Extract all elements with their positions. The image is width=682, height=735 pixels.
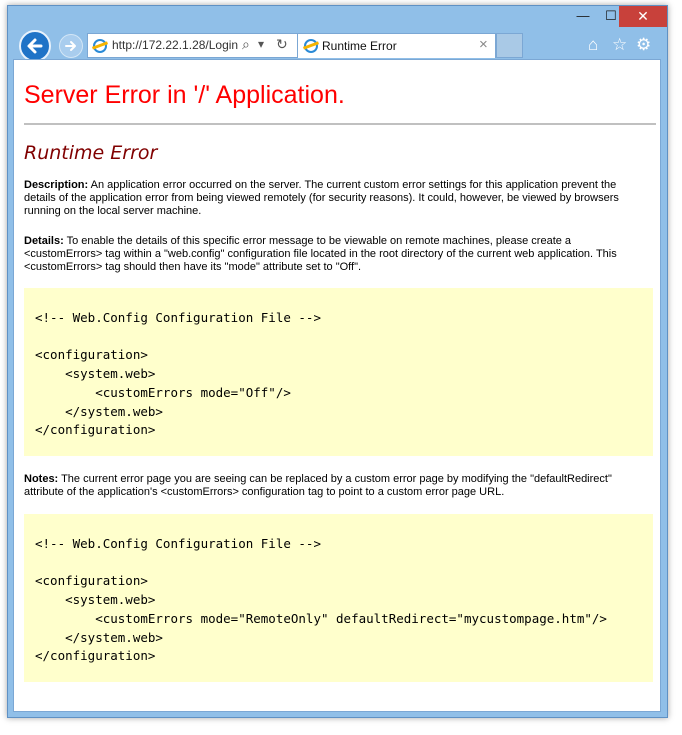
notes-paragraph: Notes: The current error page you are se…	[24, 473, 646, 499]
forward-button[interactable]	[59, 34, 83, 58]
notes-text: The current error page you are seeing ca…	[24, 473, 612, 498]
address-input[interactable]: http://172.22.1.28/Login	[112, 38, 240, 52]
minimize-button[interactable]: —	[569, 6, 597, 27]
new-tab-button[interactable]	[496, 33, 523, 58]
ie-page-icon	[93, 39, 107, 53]
back-arrow-icon	[27, 38, 43, 54]
tab-title: Runtime Error	[322, 39, 397, 53]
home-icon[interactable]: ⌂	[588, 35, 598, 55]
code-block-1-text: <!-- Web.Config Configuration File --> <…	[35, 310, 321, 438]
page-content: Server Error in '/' Application. Runtime…	[13, 59, 661, 712]
tab-close-icon[interactable]: ×	[479, 36, 488, 53]
back-button[interactable]	[19, 30, 51, 62]
favorites-icon[interactable]: ☆	[612, 35, 627, 55]
divider	[24, 123, 656, 125]
description-paragraph: Description: An application error occurr…	[24, 179, 646, 218]
notes-label: Notes:	[24, 473, 59, 485]
settings-gear-icon[interactable]: ⚙	[636, 35, 651, 55]
description-text: An application error occurred on the ser…	[24, 179, 619, 217]
details-label: Details:	[24, 235, 64, 247]
page-title: Server Error in '/' Application.	[24, 81, 345, 109]
code-block-2-text: <!-- Web.Config Configuration File --> <…	[35, 536, 607, 664]
details-text: To enable the details of this specific e…	[24, 235, 617, 273]
dropdown-icon[interactable]: ▾	[258, 37, 264, 51]
code-block-2: <!-- Web.Config Configuration File --> <…	[24, 514, 653, 682]
search-icon[interactable]: ⌕	[242, 36, 250, 53]
tab-runtime-error[interactable]: Runtime Error ×	[297, 33, 496, 58]
ie-tab-icon	[304, 39, 318, 53]
forward-arrow-icon	[65, 41, 76, 51]
description-label: Description:	[24, 179, 89, 191]
code-block-1: <!-- Web.Config Configuration File --> <…	[24, 288, 653, 456]
close-window-button[interactable]: ✕	[619, 6, 667, 27]
address-bar[interactable]: http://172.22.1.28/Login ⌕ ▾ ↻	[87, 33, 298, 58]
error-subtitle: Runtime Error	[24, 142, 158, 164]
details-paragraph: Details: To enable the details of this s…	[24, 235, 646, 274]
refresh-icon[interactable]: ↻	[276, 36, 288, 53]
browser-window: — ☐ ✕ http://172.22.1.28/Login ⌕ ▾ ↻ Run…	[7, 5, 668, 718]
